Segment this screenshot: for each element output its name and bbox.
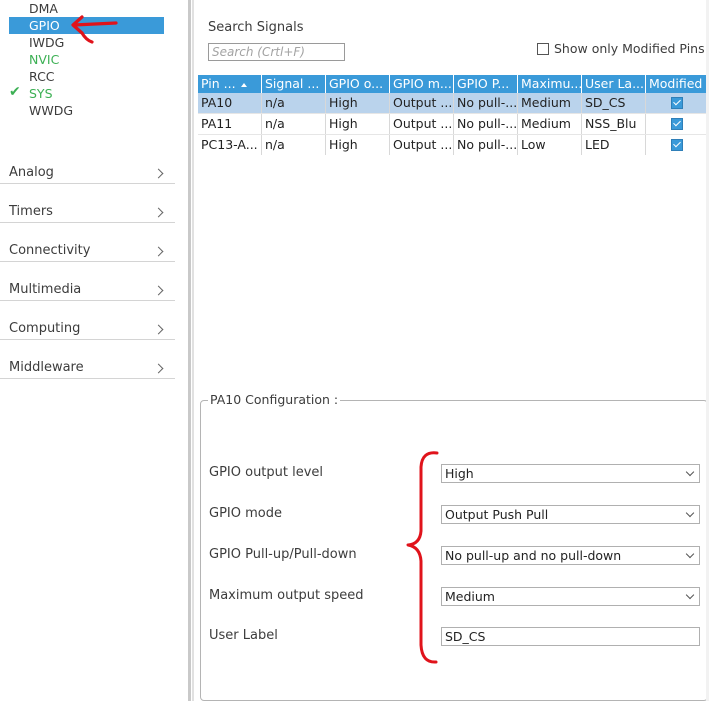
table-cell-modified [646, 114, 709, 134]
gpio-mode-panel: Search Signals Show only Modified Pins P… [197, 0, 709, 701]
table-cell: High [326, 93, 390, 113]
table-cell: No pull-... [454, 135, 518, 155]
chevron-right-icon [153, 207, 164, 218]
table-cell: Output ... [390, 135, 454, 155]
chevron-right-icon [153, 246, 164, 257]
category-timers[interactable]: Timers [0, 196, 175, 223]
peripheral-item-dma[interactable]: DMA [29, 0, 58, 17]
category-multimedia[interactable]: Multimedia [0, 274, 175, 301]
gpio-output-level-select[interactable]: High [441, 464, 700, 483]
user-label-field[interactable] [441, 627, 700, 646]
chevron-down-icon [685, 590, 695, 600]
red-brace-icon [406, 451, 439, 664]
column-header-gpio-output[interactable]: GPIO o... [326, 75, 390, 93]
column-header-label: Pin ... [201, 76, 236, 91]
peripheral-item-iwdg[interactable]: IWDG [29, 34, 64, 51]
field-label-user-label: User Label [209, 628, 278, 643]
gpio-mode-select[interactable]: Output Push Pull [441, 505, 700, 524]
category-label: Multimedia [9, 282, 82, 297]
peripheral-item-nvic[interactable]: NVIC [29, 51, 59, 68]
chevron-right-icon [153, 168, 164, 179]
table-cell: Output ... [390, 93, 454, 113]
pin-configuration-group: PA10 Configuration : GPIO output level H… [200, 392, 708, 701]
gpio-pull-select[interactable]: No pull-up and no pull-down [441, 546, 700, 565]
category-label: Analog [9, 165, 54, 180]
category-middleware[interactable]: Middleware [0, 352, 175, 379]
field-label-output-level: GPIO output level [209, 465, 324, 480]
category-label: Timers [9, 204, 53, 219]
table-cell: No pull-... [454, 114, 518, 134]
category-label: Computing [9, 321, 81, 336]
chevron-right-icon [153, 285, 164, 296]
table-cell: PA11 [198, 114, 262, 134]
table-cell: n/a [262, 135, 326, 155]
chevron-down-icon [685, 467, 695, 477]
select-value: Output Push Pull [445, 507, 549, 522]
select-value: Medium [445, 589, 495, 604]
table-cell: PA10 [198, 93, 262, 113]
table-cell: High [326, 114, 390, 134]
select-value: No pull-up and no pull-down [445, 548, 622, 563]
peripheral-label-gpio: GPIO [29, 18, 60, 33]
search-input[interactable] [208, 43, 345, 61]
table-row[interactable]: PA10 n/a High Output ... No pull-... Med… [198, 93, 709, 113]
chevron-right-icon [153, 363, 164, 374]
chevron-down-icon [685, 508, 695, 518]
table-cell: LED [582, 135, 646, 155]
max-output-speed-select[interactable]: Medium [441, 587, 700, 606]
column-header-max-speed[interactable]: Maximu... [518, 75, 582, 93]
column-header-signal[interactable]: Signal ... [262, 75, 326, 93]
category-computing[interactable]: Computing [0, 313, 175, 340]
chevron-right-icon [153, 324, 164, 335]
peripheral-item-wwdg[interactable]: WWDG [29, 102, 73, 119]
category-connectivity[interactable]: Connectivity [0, 235, 175, 262]
peripheral-item-sys[interactable]: SYS [29, 85, 53, 102]
table-cell: Output ... [390, 114, 454, 134]
panel-splitter[interactable] [186, 0, 197, 701]
field-label-gpio-mode: GPIO mode [209, 506, 282, 521]
column-header-modified[interactable]: Modified [646, 75, 709, 93]
column-header-gpio-mode[interactable]: GPIO m... [390, 75, 454, 93]
modified-checkbox[interactable] [671, 97, 683, 109]
field-label-max-speed: Maximum output speed [209, 588, 364, 603]
table-cell: Medium [518, 114, 582, 134]
show-modified-checkbox[interactable] [537, 43, 549, 55]
chevron-down-icon [685, 549, 695, 559]
category-label: Connectivity [9, 243, 91, 258]
table-cell: NSS_Blu [582, 114, 646, 134]
category-label: Middleware [9, 360, 84, 375]
table-cell: n/a [262, 114, 326, 134]
category-analog[interactable]: Analog [0, 157, 175, 184]
table-cell: n/a [262, 93, 326, 113]
modified-checkbox[interactable] [671, 118, 683, 130]
table-row[interactable]: PC13-A... n/a High Output ... No pull-..… [198, 135, 709, 155]
field-label-pull: GPIO Pull-up/Pull-down [209, 547, 357, 562]
select-value: High [445, 466, 474, 481]
column-header-user-label[interactable]: User La... [582, 75, 646, 93]
table-cell: Low [518, 135, 582, 155]
splitter-bar [188, 0, 191, 701]
check-icon: ✔ [9, 84, 21, 100]
configuration-title: PA10 Configuration : [208, 392, 341, 407]
table-row[interactable]: PA11 n/a High Output ... No pull-... Med… [198, 114, 709, 134]
table-cell: High [326, 135, 390, 155]
peripheral-item-rcc[interactable]: RCC [29, 68, 55, 85]
column-header-pin[interactable]: Pin ... [198, 75, 262, 93]
table-cell-modified [646, 135, 709, 155]
modified-checkbox[interactable] [671, 139, 683, 151]
sort-ascending-icon [240, 83, 247, 87]
red-arrow-icon [71, 15, 118, 44]
table-cell: Medium [518, 93, 582, 113]
table-cell-modified [646, 93, 709, 113]
search-signals-title: Search Signals [208, 20, 304, 35]
table-cell: PC13-A... [198, 135, 262, 155]
show-modified-label: Show only Modified Pins [554, 41, 705, 56]
table-cell: SD_CS [582, 93, 646, 113]
column-header-gpio-pull[interactable]: GPIO P... [454, 75, 518, 93]
splitter-bar [192, 0, 194, 701]
peripheral-panel: DMA GPIO IWDG NVIC RCC ✔ SYS WWDG Analog… [0, 0, 186, 701]
table-cell: No pull-... [454, 93, 518, 113]
